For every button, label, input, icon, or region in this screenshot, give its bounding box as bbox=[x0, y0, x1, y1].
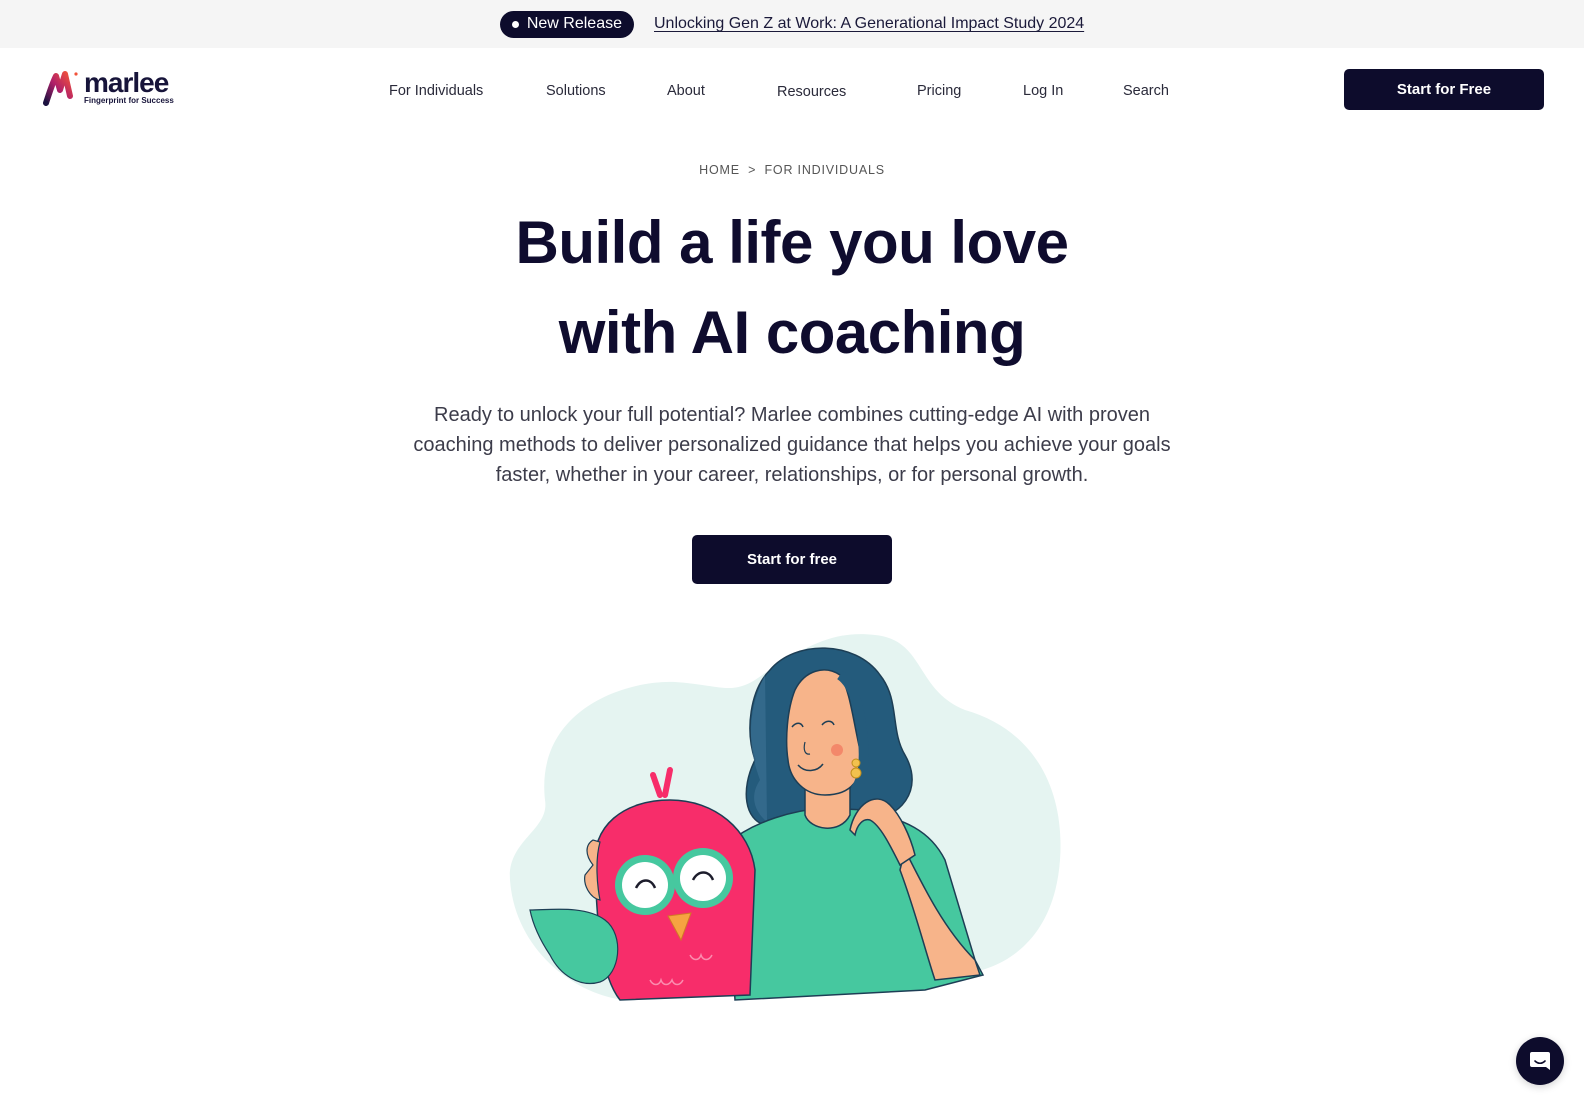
logo-tagline: Fingerprint for Success bbox=[84, 96, 174, 105]
breadcrumb-home[interactable]: HOME bbox=[699, 163, 740, 177]
new-release-badge[interactable]: New Release bbox=[499, 10, 634, 38]
logo-mark-icon bbox=[43, 71, 78, 106]
hero-title-line-2: with AI coaching bbox=[558, 299, 1026, 366]
badge-label: New Release bbox=[526, 15, 622, 32]
hero-title: Build a life you love with AI coaching bbox=[0, 198, 1584, 378]
chat-launcher-button[interactable] bbox=[1516, 1037, 1564, 1085]
nav-search[interactable]: Search bbox=[1123, 83, 1169, 99]
announcement-bar: New Release Unlocking Gen Z at Work: A G… bbox=[0, 0, 1584, 48]
chat-bubble-icon bbox=[1530, 1052, 1550, 1070]
breadcrumb-separator: > bbox=[748, 163, 757, 177]
logo[interactable]: marlee Fingerprint for Success bbox=[43, 67, 174, 106]
dot-icon bbox=[511, 20, 519, 28]
nav-log-in[interactable]: Log In bbox=[1023, 83, 1063, 99]
nav-about[interactable]: About bbox=[667, 83, 705, 99]
nav-solutions[interactable]: Solutions bbox=[546, 83, 606, 99]
logo-name: marlee bbox=[84, 67, 169, 98]
nav-for-individuals[interactable]: For Individuals bbox=[389, 83, 483, 99]
nav-resources[interactable]: Resources bbox=[777, 84, 846, 100]
breadcrumb: HOME > FOR INDIVIDUALS bbox=[0, 163, 1584, 177]
hero-subtitle: Ready to unlock your full potential? Mar… bbox=[413, 404, 1171, 486]
announcement-link[interactable]: Unlocking Gen Z at Work: A Generational … bbox=[654, 15, 1084, 33]
main-header: marlee Fingerprint for Success For Indiv… bbox=[0, 48, 1584, 133]
nav-pricing[interactable]: Pricing bbox=[917, 83, 961, 99]
start-for-free-hero-button[interactable]: Start for free bbox=[692, 535, 892, 584]
breadcrumb-current: FOR INDIVIDUALS bbox=[764, 163, 885, 177]
start-for-free-header-button[interactable]: Start for Free bbox=[1344, 69, 1544, 110]
hero-illustration bbox=[509, 634, 1061, 1001]
hero-title-line-1: Build a life you love bbox=[515, 209, 1069, 276]
